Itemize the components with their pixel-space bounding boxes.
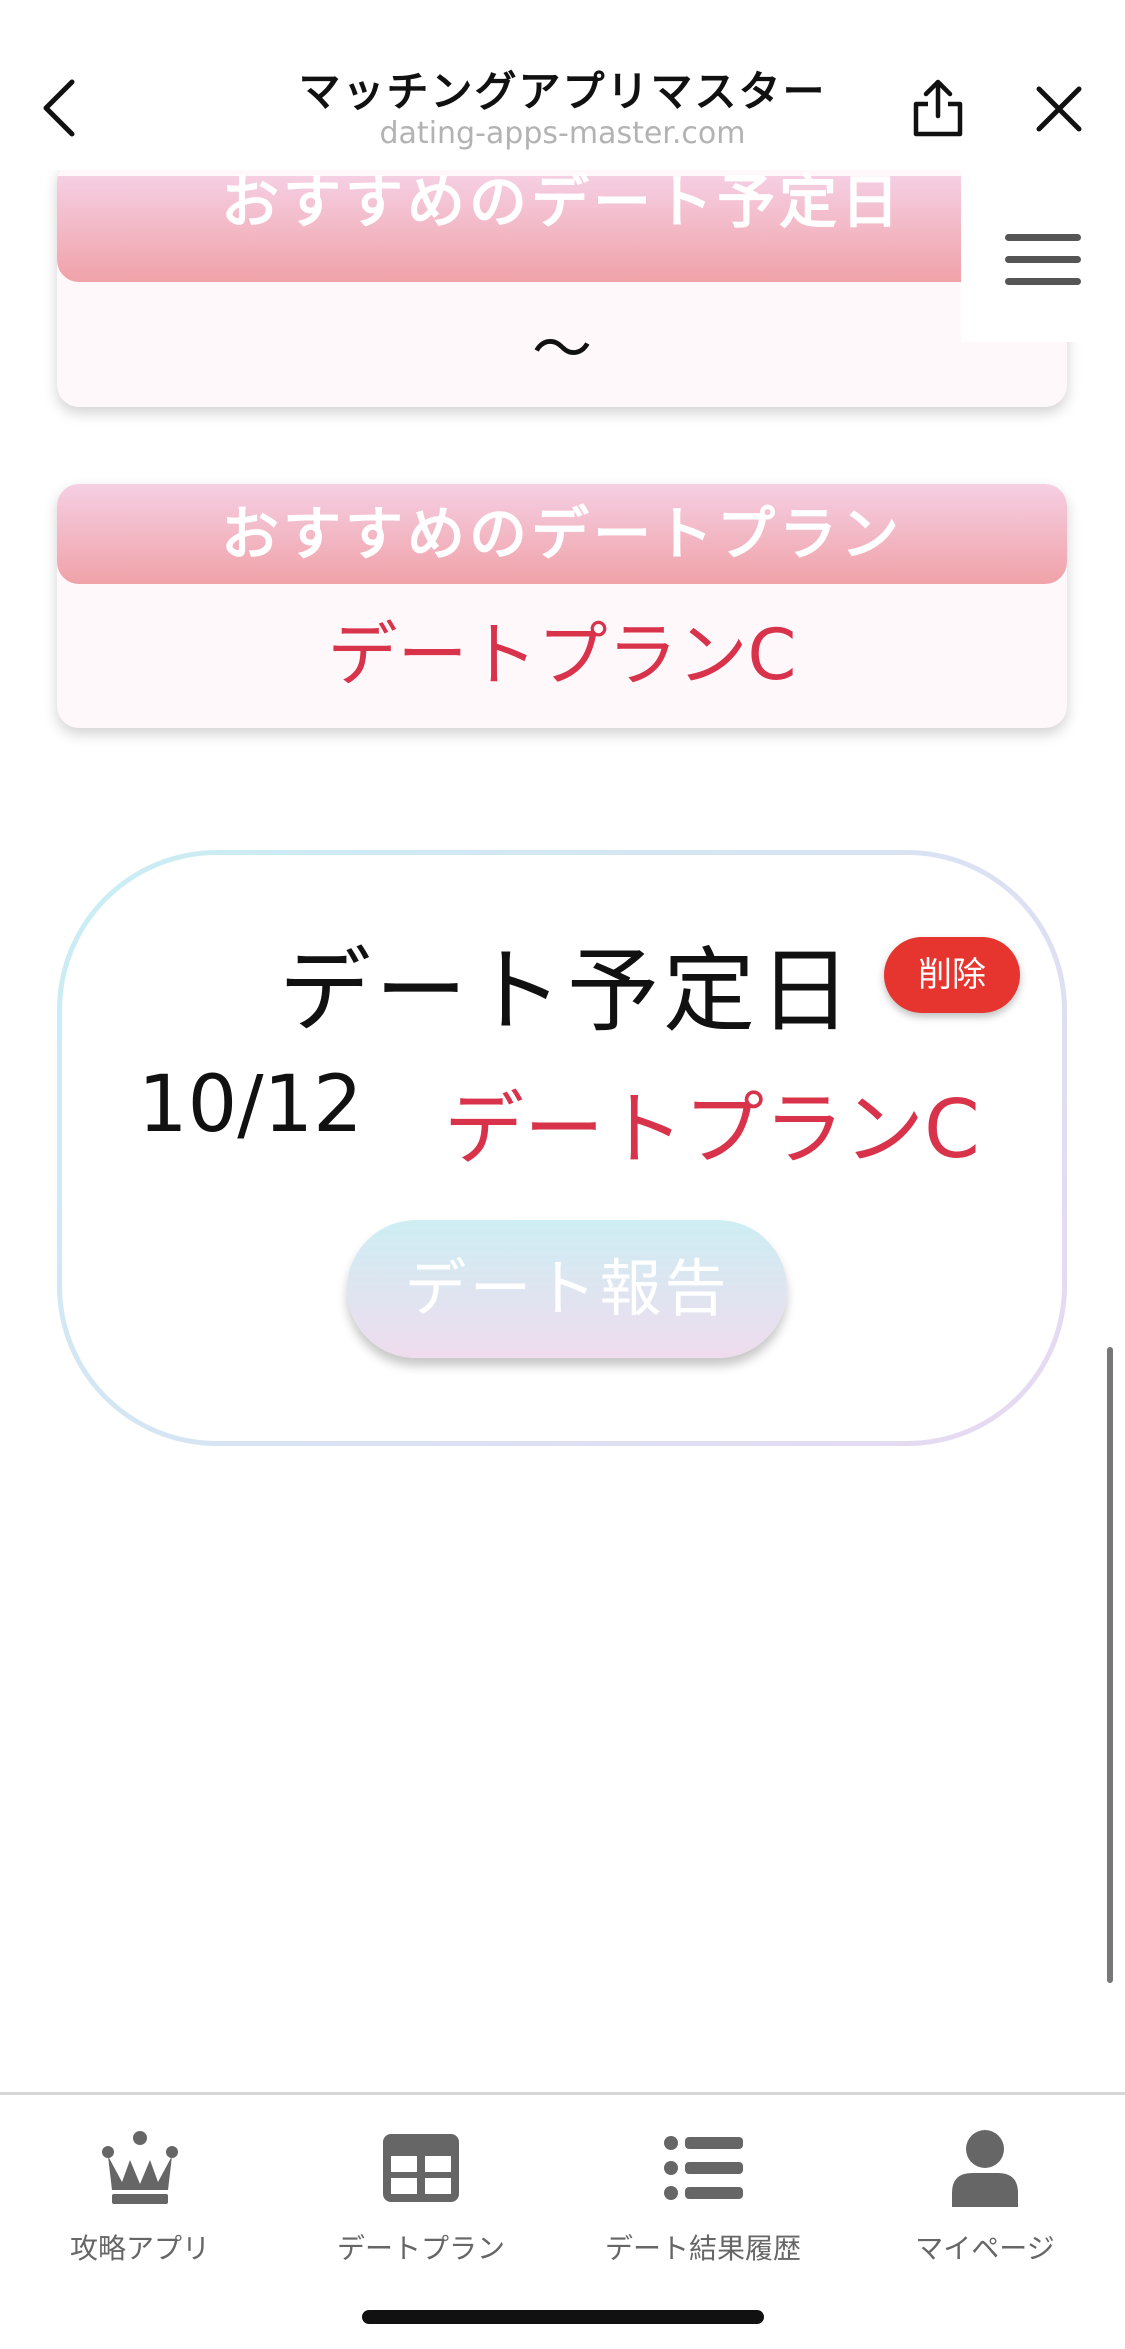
tab-label: デートプラン: [336, 2232, 505, 2265]
list-icon: [563, 2123, 843, 2213]
crown-icon: [0, 2123, 280, 2213]
scheduled-date-panel: デート予定日 削除 10/12 デートプランC デート報告: [57, 850, 1067, 1446]
card-heading: おすすめのデートプラン: [57, 484, 1067, 584]
tab-label: マイページ: [915, 2232, 1055, 2265]
share-icon[interactable]: [912, 78, 964, 142]
scrollbar[interactable]: [1107, 1347, 1113, 1983]
delete-button[interactable]: 削除: [884, 937, 1020, 1013]
grid-icon: [281, 2123, 561, 2213]
tab-label: デート結果履歴: [604, 2232, 801, 2265]
date-report-button[interactable]: デート報告: [347, 1220, 787, 1358]
hamburger-menu-icon[interactable]: [961, 170, 1125, 342]
tab-strategy-apps[interactable]: 攻略アプリ: [0, 2123, 280, 2267]
close-icon[interactable]: [1036, 86, 1082, 136]
person-icon: [845, 2123, 1125, 2213]
recommended-date-card: おすすめのデート予定日 〜: [57, 160, 1067, 407]
recommended-plan-value[interactable]: デートプランC: [57, 584, 1067, 726]
browser-header: マッチングアプリマスター dating-apps-master.com: [0, 0, 1125, 170]
recommended-plan-card: おすすめのデートプラン デートプランC: [57, 484, 1067, 728]
scheduled-date: 10/12: [138, 1060, 363, 1150]
tab-my-page[interactable]: マイページ: [845, 2123, 1125, 2267]
scheduled-plan[interactable]: デートプランC: [444, 1065, 980, 1181]
tab-date-plan[interactable]: デートプラン: [281, 2123, 561, 2267]
home-indicator[interactable]: [362, 2310, 764, 2324]
tab-date-results[interactable]: デート結果履歴: [563, 2123, 843, 2267]
tab-label: 攻略アプリ: [69, 2232, 210, 2265]
recommended-date-value: 〜: [532, 315, 592, 385]
card-heading: おすすめのデート予定日: [57, 173, 1067, 282]
